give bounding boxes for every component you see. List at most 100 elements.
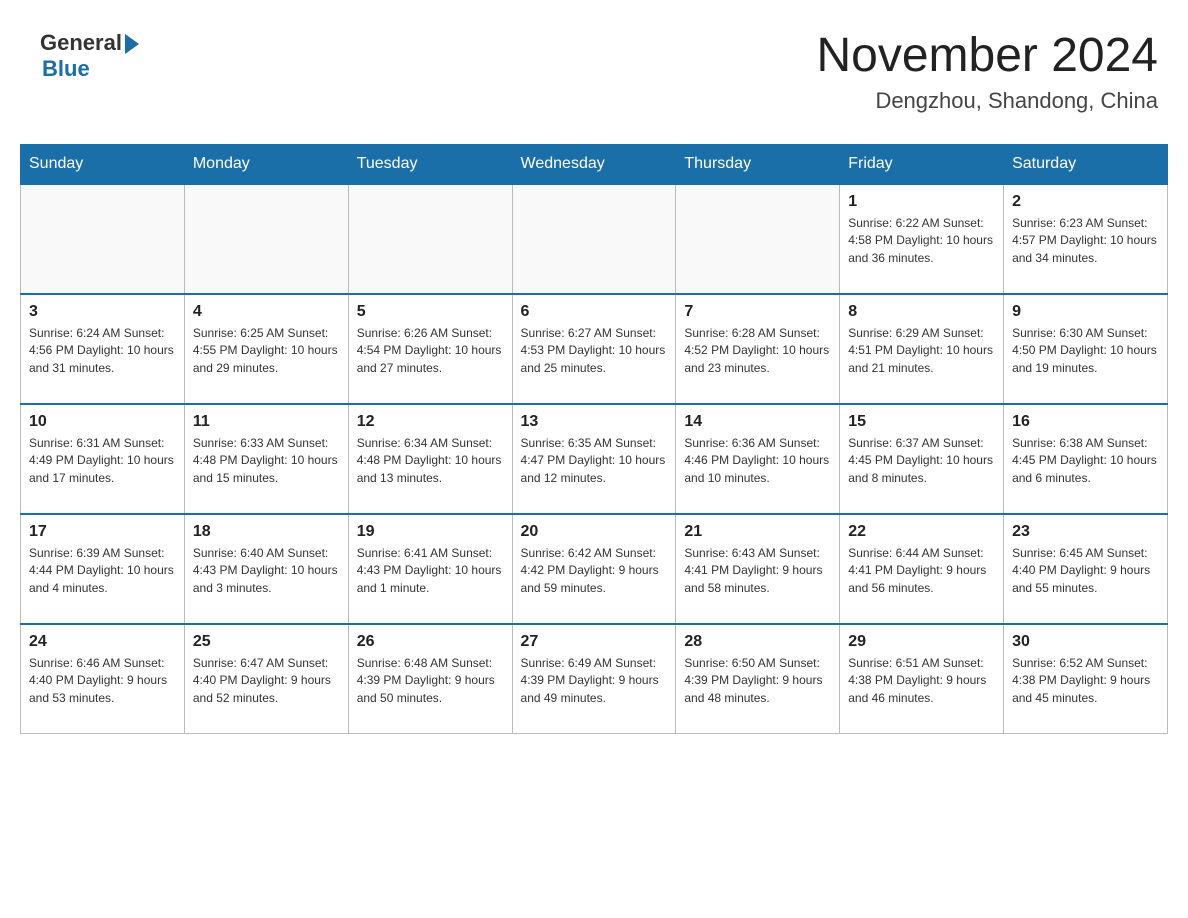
day-info: Sunrise: 6:27 AM Sunset: 4:53 PM Dayligh… (521, 325, 668, 377)
logo-blue-text: Blue (42, 56, 90, 82)
calendar-cell: 30 Sunrise: 6:52 AM Sunset: 4:38 PM Dayli… (1004, 624, 1168, 734)
day-number: 18 (193, 523, 340, 541)
calendar-cell (21, 184, 185, 294)
day-number: 5 (357, 303, 504, 321)
day-number: 29 (848, 633, 995, 651)
calendar-table: SundayMondayTuesdayWednesdayThursdayFrid… (20, 144, 1168, 735)
day-info: Sunrise: 6:26 AM Sunset: 4:54 PM Dayligh… (357, 325, 504, 377)
calendar-cell: 14 Sunrise: 6:36 AM Sunset: 4:46 PM Dayli… (676, 404, 840, 514)
calendar-cell: 2 Sunrise: 6:23 AM Sunset: 4:57 PM Daylig… (1004, 184, 1168, 294)
day-number: 21 (684, 523, 831, 541)
day-info: Sunrise: 6:50 AM Sunset: 4:39 PM Dayligh… (684, 655, 831, 707)
day-number: 4 (193, 303, 340, 321)
week-row-4: 17 Sunrise: 6:39 AM Sunset: 4:44 PM Dayli… (21, 514, 1168, 624)
day-number: 9 (1012, 303, 1159, 321)
calendar-cell: 23Sunrise: 6:45 AM Sunset: 4:40 PM Dayli… (1004, 514, 1168, 624)
calendar-cell: 12 Sunrise: 6:34 AM Sunset: 4:48 PM Dayli… (348, 404, 512, 514)
calendar-cell: 27 Sunrise: 6:49 AM Sunset: 4:39 PM Dayli… (512, 624, 676, 734)
calendar-cell: 29 Sunrise: 6:51 AM Sunset: 4:38 PM Dayli… (840, 624, 1004, 734)
calendar-cell: 19Sunrise: 6:41 AM Sunset: 4:43 PM Dayli… (348, 514, 512, 624)
day-info: Sunrise: 6:28 AM Sunset: 4:52 PM Dayligh… (684, 325, 831, 377)
day-info: Sunrise: 6:36 AM Sunset: 4:46 PM Dayligh… (684, 435, 831, 487)
week-row-3: 10 Sunrise: 6:31 AM Sunset: 4:49 PM Dayli… (21, 404, 1168, 514)
day-number: 26 (357, 633, 504, 651)
calendar-cell: 3Sunrise: 6:24 AM Sunset: 4:56 PM Daylig… (21, 294, 185, 404)
weekday-header-saturday: Saturday (1004, 144, 1168, 184)
day-number: 30 (1012, 633, 1159, 651)
day-number: 10 (29, 413, 176, 431)
calendar-cell: 24 Sunrise: 6:46 AM Sunset: 4:40 PM Dayli… (21, 624, 185, 734)
logo-arrow-icon (125, 34, 139, 54)
day-number: 17 (29, 523, 176, 541)
day-number: 8 (848, 303, 995, 321)
day-info: Sunrise: 6:34 AM Sunset: 4:48 PM Dayligh… (357, 435, 504, 487)
calendar-cell: 28Sunrise: 6:50 AM Sunset: 4:39 PM Dayli… (676, 624, 840, 734)
day-info: Sunrise: 6:35 AM Sunset: 4:47 PM Dayligh… (521, 435, 668, 487)
calendar-cell: 18 Sunrise: 6:40 AM Sunset: 4:43 PM Dayli… (184, 514, 348, 624)
day-number: 6 (521, 303, 668, 321)
calendar-cell: 13Sunrise: 6:35 AM Sunset: 4:47 PM Dayli… (512, 404, 676, 514)
day-info: Sunrise: 6:33 AM Sunset: 4:48 PM Dayligh… (193, 435, 340, 487)
calendar-cell: 15 Sunrise: 6:37 AM Sunset: 4:45 PM Dayli… (840, 404, 1004, 514)
day-info: Sunrise: 6:41 AM Sunset: 4:43 PM Dayligh… (357, 545, 504, 597)
day-number: 16 (1012, 413, 1159, 431)
location: Dengzhou, Shandong, China (816, 88, 1158, 114)
calendar-cell: 16 Sunrise: 6:38 AM Sunset: 4:45 PM Dayli… (1004, 404, 1168, 514)
calendar-cell: 11Sunrise: 6:33 AM Sunset: 4:48 PM Dayli… (184, 404, 348, 514)
calendar-cell: 6 Sunrise: 6:27 AM Sunset: 4:53 PM Daylig… (512, 294, 676, 404)
day-info: Sunrise: 6:43 AM Sunset: 4:41 PM Dayligh… (684, 545, 831, 597)
day-number: 23 (1012, 523, 1159, 541)
title-section: November 2024 Dengzhou, Shandong, China (816, 30, 1158, 114)
calendar-cell: 5 Sunrise: 6:26 AM Sunset: 4:54 PM Daylig… (348, 294, 512, 404)
calendar-cell: 22 Sunrise: 6:44 AM Sunset: 4:41 PM Dayli… (840, 514, 1004, 624)
logo-general-text: General (40, 30, 122, 56)
weekday-header-sunday: Sunday (21, 144, 185, 184)
calendar-cell (348, 184, 512, 294)
day-info: Sunrise: 6:44 AM Sunset: 4:41 PM Dayligh… (848, 545, 995, 597)
weekday-header-monday: Monday (184, 144, 348, 184)
day-number: 12 (357, 413, 504, 431)
day-info: Sunrise: 6:22 AM Sunset: 4:58 PM Dayligh… (848, 215, 995, 267)
weekday-header-thursday: Thursday (676, 144, 840, 184)
page-header: General Blue November 2024 Dengzhou, Sha… (20, 20, 1168, 124)
day-info: Sunrise: 6:25 AM Sunset: 4:55 PM Dayligh… (193, 325, 340, 377)
day-info: Sunrise: 6:52 AM Sunset: 4:38 PM Dayligh… (1012, 655, 1159, 707)
day-info: Sunrise: 6:49 AM Sunset: 4:39 PM Dayligh… (521, 655, 668, 707)
weekday-header-wednesday: Wednesday (512, 144, 676, 184)
calendar-cell (676, 184, 840, 294)
day-info: Sunrise: 6:23 AM Sunset: 4:57 PM Dayligh… (1012, 215, 1159, 267)
day-info: Sunrise: 6:38 AM Sunset: 4:45 PM Dayligh… (1012, 435, 1159, 487)
day-info: Sunrise: 6:40 AM Sunset: 4:43 PM Dayligh… (193, 545, 340, 597)
calendar-cell: 10 Sunrise: 6:31 AM Sunset: 4:49 PM Dayli… (21, 404, 185, 514)
calendar-cell: 25Sunrise: 6:47 AM Sunset: 4:40 PM Dayli… (184, 624, 348, 734)
calendar-cell: 21 Sunrise: 6:43 AM Sunset: 4:41 PM Dayli… (676, 514, 840, 624)
calendar-cell (512, 184, 676, 294)
calendar-cell: 17 Sunrise: 6:39 AM Sunset: 4:44 PM Dayli… (21, 514, 185, 624)
weekday-header-tuesday: Tuesday (348, 144, 512, 184)
day-info: Sunrise: 6:48 AM Sunset: 4:39 PM Dayligh… (357, 655, 504, 707)
day-number: 3 (29, 303, 176, 321)
day-info: Sunrise: 6:47 AM Sunset: 4:40 PM Dayligh… (193, 655, 340, 707)
weekday-header-friday: Friday (840, 144, 1004, 184)
day-info: Sunrise: 6:39 AM Sunset: 4:44 PM Dayligh… (29, 545, 176, 597)
day-info: Sunrise: 6:42 AM Sunset: 4:42 PM Dayligh… (521, 545, 668, 597)
day-number: 7 (684, 303, 831, 321)
day-number: 24 (29, 633, 176, 651)
day-number: 22 (848, 523, 995, 541)
day-info: Sunrise: 6:51 AM Sunset: 4:38 PM Dayligh… (848, 655, 995, 707)
calendar-cell: 9Sunrise: 6:30 AM Sunset: 4:50 PM Daylig… (1004, 294, 1168, 404)
calendar-cell: 20Sunrise: 6:42 AM Sunset: 4:42 PM Dayli… (512, 514, 676, 624)
day-number: 27 (521, 633, 668, 651)
day-number: 2 (1012, 193, 1159, 211)
week-row-2: 3Sunrise: 6:24 AM Sunset: 4:56 PM Daylig… (21, 294, 1168, 404)
day-info: Sunrise: 6:29 AM Sunset: 4:51 PM Dayligh… (848, 325, 995, 377)
day-number: 1 (848, 193, 995, 211)
day-info: Sunrise: 6:37 AM Sunset: 4:45 PM Dayligh… (848, 435, 995, 487)
calendar-cell: 7 Sunrise: 6:28 AM Sunset: 4:52 PM Daylig… (676, 294, 840, 404)
weekday-header-row: SundayMondayTuesdayWednesdayThursdayFrid… (21, 144, 1168, 184)
calendar-cell: 8 Sunrise: 6:29 AM Sunset: 4:51 PM Daylig… (840, 294, 1004, 404)
day-info: Sunrise: 6:31 AM Sunset: 4:49 PM Dayligh… (29, 435, 176, 487)
day-number: 14 (684, 413, 831, 431)
day-number: 15 (848, 413, 995, 431)
day-info: Sunrise: 6:46 AM Sunset: 4:40 PM Dayligh… (29, 655, 176, 707)
